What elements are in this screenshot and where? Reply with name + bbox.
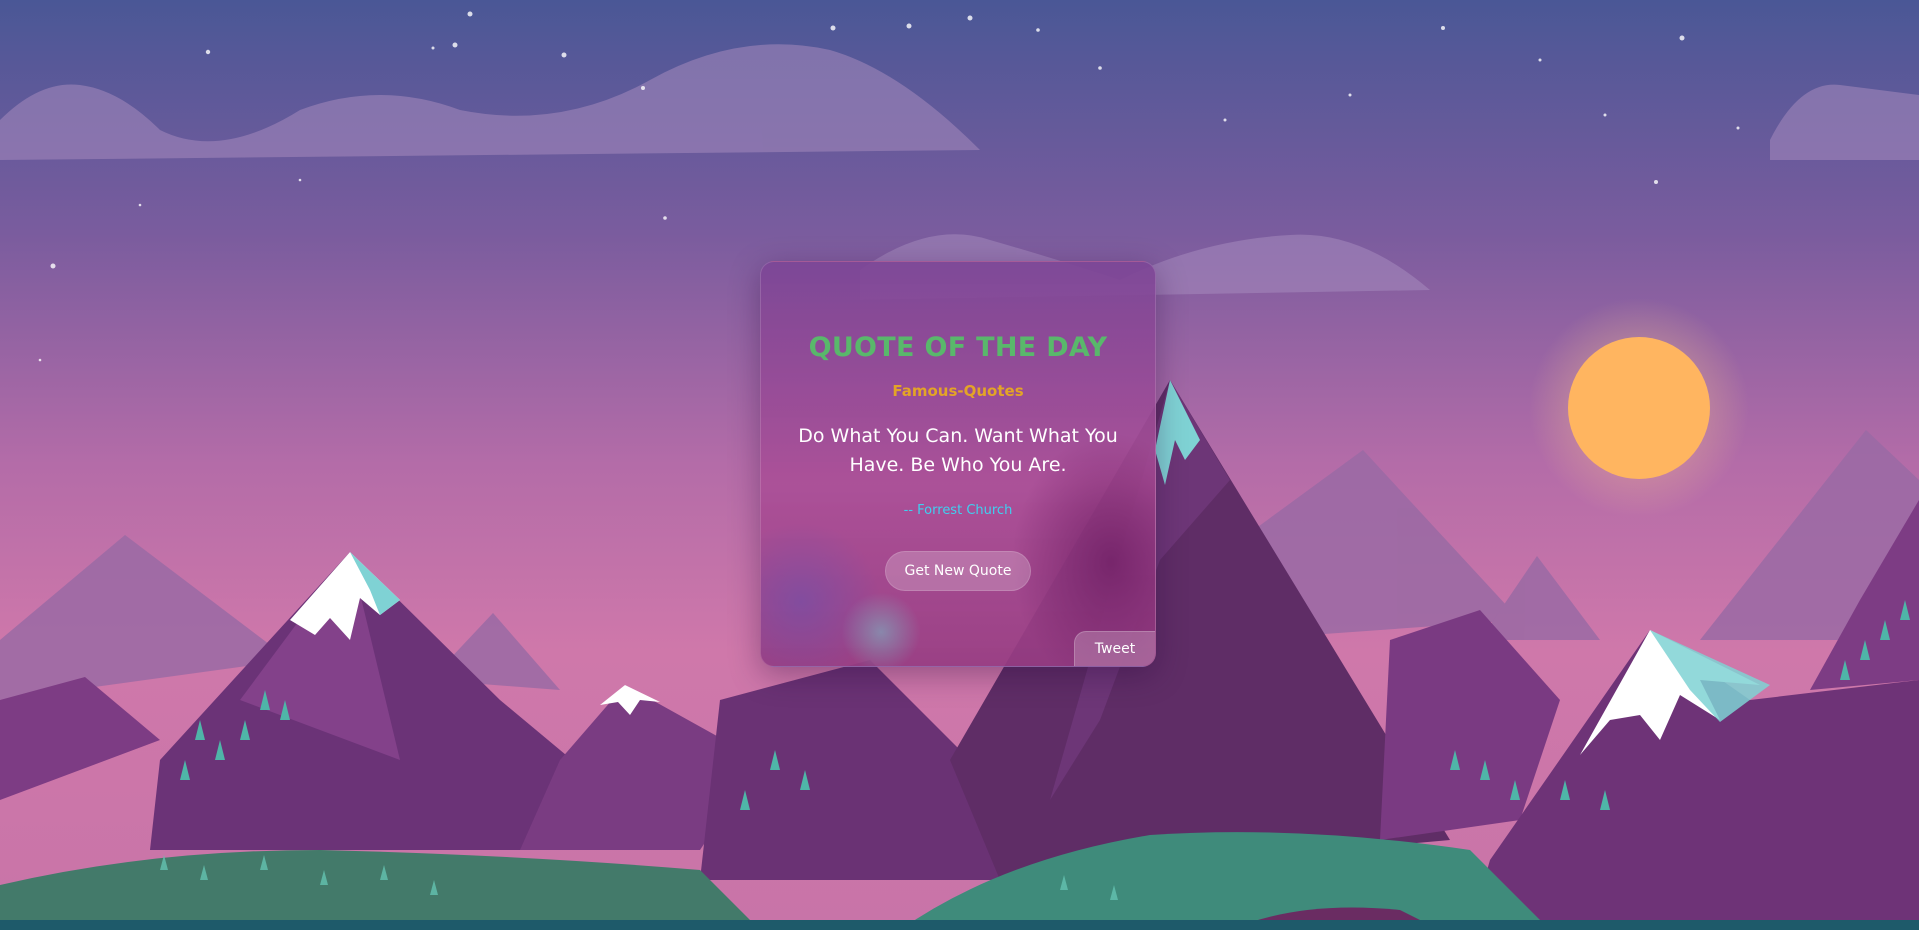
quote-text: Do What You Can. Want What You Have. Be … — [798, 425, 1118, 476]
quote-card: QUOTE OF THE DAY Famous-Quotes Do What Y… — [760, 261, 1156, 667]
sun-icon — [1568, 337, 1710, 479]
quote-author: -- Forrest Church — [903, 503, 1013, 518]
card-title: QUOTE OF THE DAY — [808, 332, 1108, 363]
get-new-quote-button[interactable]: Get New Quote — [884, 551, 1032, 591]
card-subtitle: Famous-Quotes — [892, 382, 1024, 400]
tweet-button[interactable]: Tweet — [1074, 631, 1155, 666]
